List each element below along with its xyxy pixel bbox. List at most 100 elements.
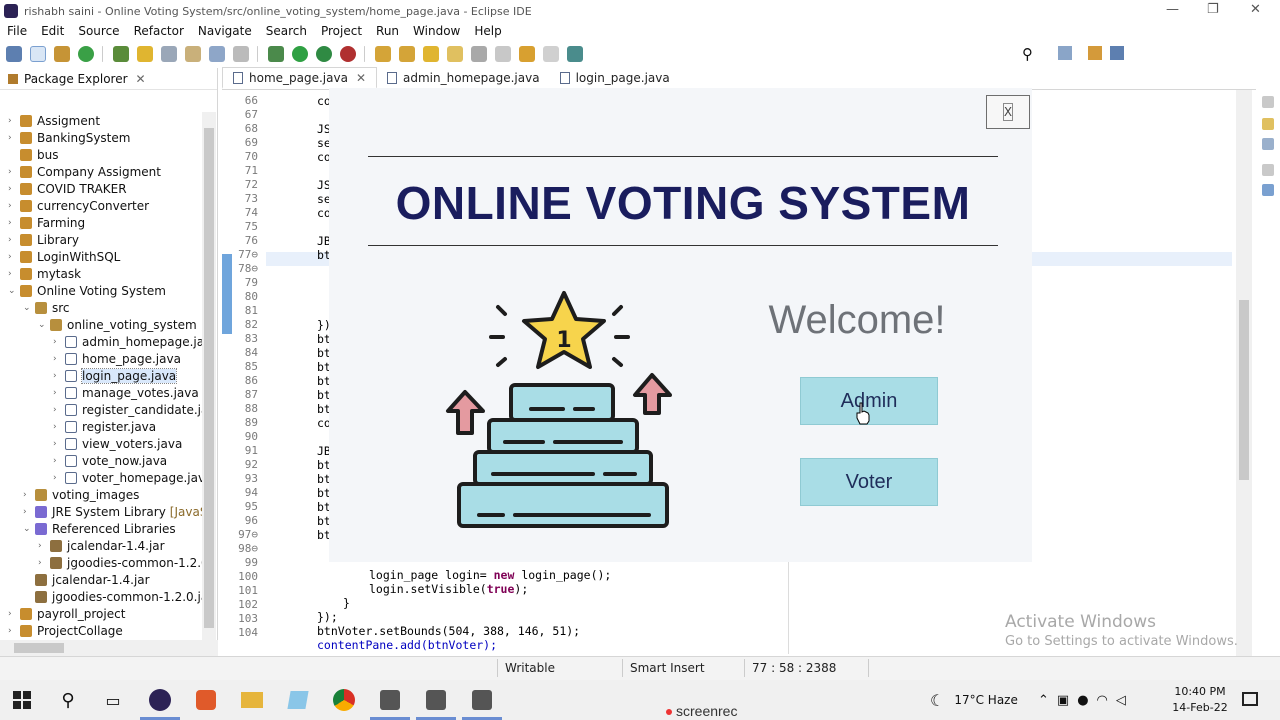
restore-icon[interactable]: [1262, 164, 1274, 176]
run-icon[interactable]: [292, 46, 308, 62]
chrome-icon[interactable]: [332, 688, 356, 712]
tree-item[interactable]: ⌄ online_voting_system: [38, 316, 197, 333]
bug-icon[interactable]: [268, 46, 284, 62]
task-view-icon[interactable]: ▭: [101, 688, 125, 712]
tree-item[interactable]: › currencyConverter: [8, 197, 149, 214]
console-icon[interactable]: [1262, 184, 1274, 196]
tree-item[interactable]: › Farming: [8, 214, 85, 231]
chevron-right-icon[interactable]: ›: [8, 609, 18, 619]
menu-help[interactable]: Help: [467, 24, 508, 38]
debug-icon[interactable]: [113, 46, 129, 62]
minimize-icon[interactable]: [1262, 96, 1274, 108]
tree-vertical-scrollbar[interactable]: [202, 112, 216, 642]
open-folder-icon[interactable]: [399, 46, 415, 62]
menu-source[interactable]: Source: [71, 24, 126, 38]
chevron-right-icon[interactable]: ›: [53, 371, 63, 381]
chevron-right-icon[interactable]: ›: [38, 541, 48, 551]
menu-run[interactable]: Run: [369, 24, 406, 38]
tree-item[interactable]: jgoodies-common-1.2.0.jar: [23, 588, 202, 605]
wifi-icon[interactable]: ◠: [1097, 693, 1116, 708]
toggle-icon[interactable]: [209, 46, 225, 62]
close-icon[interactable]: ✕: [356, 71, 366, 85]
next-edit-icon[interactable]: [471, 46, 487, 62]
perspective-icon[interactable]: [1058, 46, 1072, 60]
tree-item[interactable]: › voting_images: [23, 486, 139, 503]
notification-icon[interactable]: [1242, 692, 1258, 706]
notes-icon[interactable]: [286, 688, 310, 712]
refresh-icon[interactable]: [78, 46, 94, 62]
outline-icon[interactable]: [1262, 138, 1274, 150]
scroll-thumb[interactable]: [1239, 300, 1249, 480]
chevron-up-icon[interactable]: ⌃: [1038, 693, 1057, 708]
maximize-button[interactable]: ❐: [1207, 2, 1219, 17]
chevron-right-icon[interactable]: ›: [53, 422, 63, 432]
chevron-down-icon[interactable]: ⌄: [8, 286, 18, 296]
java-app-icon[interactable]: [462, 688, 502, 720]
windows-start-icon[interactable]: [10, 688, 34, 712]
tree-item[interactable]: ⌄ src: [23, 299, 70, 316]
tree-item[interactable]: › register_candidate.java: [53, 401, 202, 418]
tree-item[interactable]: › BankingSystem: [8, 129, 130, 146]
scroll-thumb[interactable]: [14, 643, 64, 653]
java-app-icon[interactable]: [416, 688, 456, 720]
tree-item[interactable]: › register.java: [53, 418, 156, 435]
chevron-right-icon[interactable]: ›: [8, 626, 18, 636]
tree-item[interactable]: jcalendar-1.4.jar: [23, 571, 150, 588]
coverage-icon[interactable]: [340, 46, 356, 62]
eclipse-taskbar-icon[interactable]: [140, 688, 180, 720]
package-icon[interactable]: [185, 46, 201, 62]
chevron-right-icon[interactable]: ›: [53, 337, 63, 347]
run-history-icon[interactable]: [316, 46, 332, 62]
chevron-right-icon[interactable]: ›: [8, 116, 18, 126]
menu-edit[interactable]: Edit: [34, 24, 71, 38]
volume-icon[interactable]: ◁: [1116, 693, 1134, 708]
tree-item[interactable]: › home_page.java: [53, 350, 181, 367]
task-list-icon[interactable]: [1262, 118, 1274, 130]
system-tray[interactable]: ⌃ ▣ ● ◠ ◁: [1038, 680, 1134, 720]
chevron-down-icon[interactable]: ⌄: [23, 524, 33, 534]
tree-item[interactable]: › manage_votes.java: [53, 384, 199, 401]
search-icon[interactable]: ⚲: [56, 688, 80, 712]
chevron-right-icon[interactable]: ›: [53, 456, 63, 466]
menu-file[interactable]: File: [0, 24, 34, 38]
chevron-down-icon[interactable]: ⌄: [23, 303, 33, 313]
forward-arrow-icon[interactable]: [543, 46, 559, 62]
debug-perspective-icon[interactable]: [1110, 46, 1124, 60]
chevron-right-icon[interactable]: ›: [53, 354, 63, 364]
tree-item[interactable]: › payroll_project: [8, 605, 125, 622]
chevron-right-icon[interactable]: ›: [8, 269, 18, 279]
clock[interactable]: 10:40 PM 14-Feb-22: [1172, 684, 1228, 716]
chevron-right-icon[interactable]: ›: [8, 167, 18, 177]
paragraph-icon[interactable]: [233, 46, 249, 62]
menu-refactor[interactable]: Refactor: [127, 24, 191, 38]
tree-item[interactable]: › admin_homepage.java: [53, 333, 202, 350]
chevron-right-icon[interactable]: ›: [8, 201, 18, 211]
chevron-right-icon[interactable]: ›: [8, 218, 18, 228]
tree-item[interactable]: bus: [8, 146, 58, 163]
chevron-right-icon[interactable]: ›: [38, 558, 48, 568]
back-arrow-icon[interactable]: [519, 46, 535, 62]
voter-button[interactable]: Voter: [800, 458, 938, 506]
chevron-right-icon[interactable]: ›: [8, 235, 18, 245]
chevron-down-icon[interactable]: ⌄: [38, 320, 48, 330]
weather-widget[interactable]: ☾ 17°C Haze: [930, 680, 1018, 720]
prev-edit-icon[interactable]: [495, 46, 511, 62]
tree-item[interactable]: › jgoodies-common-1.2.0.ja: [38, 554, 202, 571]
tree-item[interactable]: › voter_homepage.java: [53, 469, 202, 486]
scroll-thumb[interactable]: [204, 128, 214, 628]
app-taskbar-icon[interactable]: [194, 688, 218, 712]
open-type-icon[interactable]: [54, 46, 70, 62]
tree-horizontal-scrollbar[interactable]: [0, 640, 218, 656]
menu-project[interactable]: Project: [314, 24, 369, 38]
chevron-right-icon[interactable]: ›: [53, 405, 63, 415]
tree-item[interactable]: › ProjectCollage: [8, 622, 123, 639]
tree-item[interactable]: › Library: [8, 231, 79, 248]
menu-window[interactable]: Window: [406, 24, 467, 38]
tree-item[interactable]: › Company Assigment: [8, 163, 161, 180]
network-icon[interactable]: ▣: [1057, 693, 1077, 708]
close-window-button[interactable]: ✕: [1250, 2, 1261, 17]
tree-item[interactable]: › jcalendar-1.4.jar: [38, 537, 165, 554]
tree-item[interactable]: › login_page.java: [53, 367, 178, 384]
mic-icon[interactable]: ●: [1077, 693, 1096, 708]
chevron-right-icon[interactable]: ›: [53, 388, 63, 398]
